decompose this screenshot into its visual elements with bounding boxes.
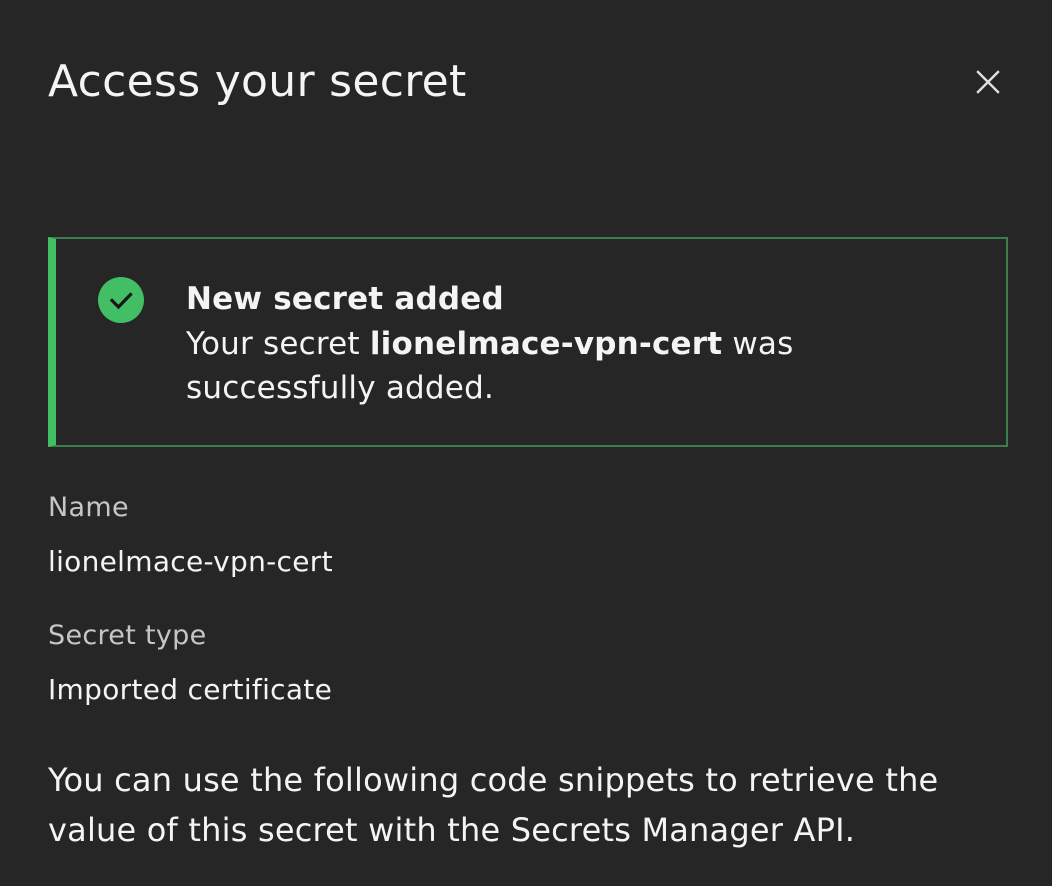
notification-secret-name: lionelmace-vpn-cert xyxy=(369,326,723,362)
success-notification: New secret added Your secret lionelmace-… xyxy=(48,237,1008,447)
modal-title: Access your secret xyxy=(48,56,467,107)
name-label: Name xyxy=(48,492,129,523)
secret-type-label: Secret type xyxy=(48,620,207,651)
secret-type-value: Imported certificate xyxy=(48,673,333,706)
notification-message-prefix: Your secret xyxy=(186,326,370,362)
checkmark-filled-icon xyxy=(98,277,144,323)
close-button[interactable] xyxy=(966,60,1010,104)
access-secret-modal: Access your secret New secret added Your… xyxy=(0,0,1052,886)
close-icon xyxy=(976,70,1000,94)
code-snippets-description: You can use the following code snippets … xyxy=(48,761,939,849)
name-value: lionelmace-vpn-cert xyxy=(48,545,333,578)
notification-message: Your secret lionelmace-vpn-cert was succ… xyxy=(186,322,886,410)
notification-title: New secret added xyxy=(186,281,504,317)
